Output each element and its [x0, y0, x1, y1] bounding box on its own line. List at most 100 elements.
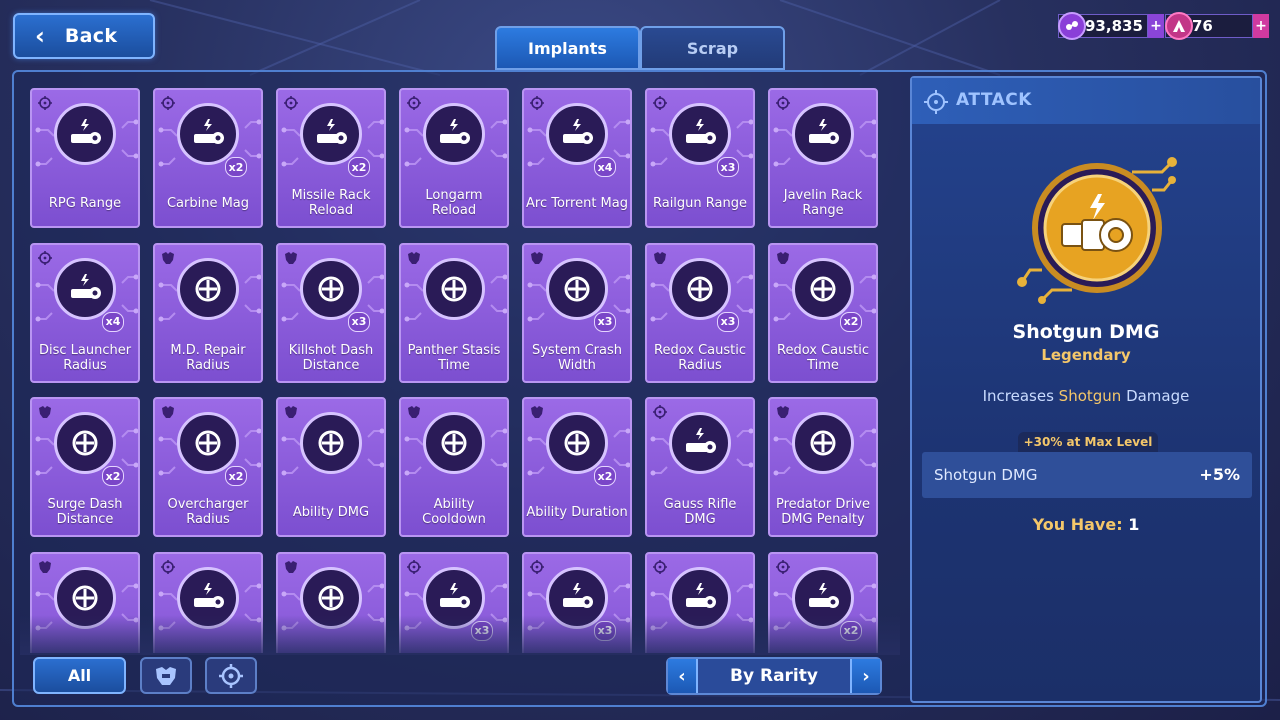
- implant-card[interactable]: x2 Carbine Mag: [153, 88, 263, 228]
- stat-value: +5%: [1199, 465, 1240, 484]
- weapon-dmg-icon: [177, 566, 239, 629]
- implant-card[interactable]: [153, 551, 263, 653]
- a-token-currency-icon: [1165, 12, 1193, 40]
- implant-card[interactable]: x4 Arc Torrent Mag: [522, 88, 632, 228]
- mech-category-icon: [162, 406, 174, 418]
- implant-card[interactable]: x3 Redox Caustic Radius: [645, 242, 755, 383]
- attack-category-icon: [284, 96, 298, 110]
- implant-card-name: Arc Torrent Mag: [526, 195, 628, 211]
- detail-item-name: Shotgun DMG: [1012, 321, 1160, 343]
- implant-card-name: Redox Caustic Radius: [654, 342, 746, 373]
- implant-card-name: [526, 646, 628, 654]
- implant-card[interactable]: RPG Range: [30, 88, 140, 228]
- implant-card[interactable]: x3: [522, 551, 632, 654]
- attack-category-icon: [776, 559, 790, 574]
- implant-card[interactable]: [30, 551, 140, 654]
- implant-card[interactable]: x2 Surge Dash Distance: [30, 397, 140, 537]
- attack-category-icon: [161, 96, 175, 110]
- filter-attack-button[interactable]: [205, 657, 257, 694]
- implant-card[interactable]: x3 Killshot Dash Distance: [276, 242, 386, 383]
- implant-card-name: Redox Caustic Time: [777, 342, 869, 373]
- filter-all-button[interactable]: All: [33, 657, 126, 694]
- implant-card-name: Overcharger Radius: [167, 497, 249, 527]
- implant-card-name: [772, 646, 874, 654]
- crosshair-icon: [924, 90, 948, 114]
- detail-category: ATTACK: [956, 90, 1032, 110]
- shield-ability-icon: [300, 566, 362, 629]
- implant-card[interactable]: x3 Railgun Range: [645, 88, 755, 228]
- add-tokens-button[interactable]: +: [1253, 14, 1269, 38]
- implant-card-name: RPG Range: [48, 195, 122, 211]
- implant-card-name: Gauss Rifle DMG: [663, 497, 737, 527]
- implant-card[interactable]: x2 Missile Rack Reload: [276, 88, 386, 228]
- implant-grid[interactable]: RPG Range x2 Carbine Mag x2 Missile Rack Rel…: [30, 88, 888, 653]
- attack-category-icon: [530, 559, 544, 574]
- md-repair-radius-icon: [177, 257, 239, 320]
- mech-category-icon: [285, 406, 297, 418]
- implant-card[interactable]: [645, 551, 755, 653]
- back-label: Back: [64, 25, 118, 47]
- implant-card-name: Railgun Range: [652, 195, 747, 211]
- attack-filter-icon: [219, 663, 243, 688]
- implant-card[interactable]: x4 Disc Launcher Radius: [30, 242, 140, 383]
- implant-card-name: [280, 646, 382, 654]
- tab-scrap[interactable]: Scrap: [640, 26, 785, 70]
- implant-card-name: System Crash Width: [531, 342, 622, 373]
- mech-ability-icon: [54, 566, 116, 629]
- ability-dmg-icon: [300, 412, 362, 474]
- missile-rack-reload-icon: [300, 103, 362, 165]
- surge-dash-distance-icon: [54, 412, 116, 474]
- quantity-badge: x3: [717, 157, 739, 177]
- tab-implants[interactable]: Implants: [495, 26, 640, 70]
- implant-card[interactable]: x3 System Crash Width: [522, 242, 632, 383]
- attack-category-icon: [653, 96, 667, 110]
- max-level-note: +30% at Max Level: [1018, 432, 1158, 452]
- quantity-badge: x2: [102, 466, 124, 486]
- attack-category-icon: [407, 96, 421, 110]
- mech-category-icon: [285, 560, 297, 573]
- weapon-reload-icon: [546, 566, 608, 629]
- sort-prev-button[interactable]: ‹: [668, 659, 698, 693]
- weapon-dmg-icon: [669, 566, 731, 629]
- filter-mech-button[interactable]: [140, 657, 192, 694]
- implant-card-name: Javelin Rack Range: [783, 188, 863, 218]
- quantity-badge: x2: [594, 466, 616, 486]
- carbine-mag-icon: [177, 103, 239, 165]
- implant-card[interactable]: Gauss Rifle DMG: [645, 397, 755, 537]
- implant-card[interactable]: [276, 551, 386, 654]
- longarm-reload-icon: [423, 103, 485, 165]
- implant-card[interactable]: x2: [768, 551, 878, 654]
- quantity-badge: x4: [102, 311, 124, 332]
- implant-card[interactable]: Panther Stasis Time: [399, 242, 509, 383]
- implant-card[interactable]: x2 Overcharger Radius: [153, 397, 263, 537]
- quantity-badge: x3: [471, 620, 493, 641]
- implant-card[interactable]: Ability DMG: [276, 397, 386, 537]
- implant-card-name: [34, 646, 136, 654]
- redox-caustic-radius-icon: [669, 257, 731, 320]
- mech-category-icon: [39, 560, 51, 573]
- implant-card[interactable]: x2 Ability Duration: [522, 397, 632, 537]
- implant-card[interactable]: Javelin Rack Range: [768, 88, 878, 228]
- rpg-range-icon: [54, 103, 116, 165]
- implant-detail-panel: ATTACK Shotgun DMG Legendary Increases S…: [910, 76, 1262, 703]
- gauss-rifle-dmg-icon: [669, 412, 731, 474]
- sort-selector: ‹ By Rarity ›: [666, 657, 882, 695]
- implant-card-name: Predator Drive DMG Penalty: [775, 497, 871, 527]
- implant-card-name: Ability DMG: [292, 504, 370, 520]
- sort-next-button[interactable]: ›: [850, 659, 880, 693]
- add-orbs-button[interactable]: +: [1148, 14, 1164, 38]
- implant-card[interactable]: x2 Redox Caustic Time: [768, 242, 878, 383]
- implant-card[interactable]: x3: [399, 551, 509, 653]
- implant-card-name: Disc Launcher Radius: [38, 342, 132, 373]
- implant-card[interactable]: M.D. Repair Radius: [153, 242, 263, 383]
- mech-category-icon: [531, 251, 543, 264]
- attack-category-icon: [38, 96, 52, 110]
- mech-category-icon: [408, 251, 420, 264]
- quantity-badge: x2: [225, 157, 247, 177]
- back-button[interactable]: ‹ Back: [13, 13, 155, 59]
- implant-card[interactable]: Predator Drive DMG Penalty: [768, 397, 878, 537]
- redox-caustic-time-icon: [792, 257, 854, 320]
- implant-card[interactable]: Ability Cooldown: [399, 397, 509, 537]
- panther-stasis-time-icon: [423, 257, 485, 320]
- implant-card[interactable]: Longarm Reload: [399, 88, 509, 228]
